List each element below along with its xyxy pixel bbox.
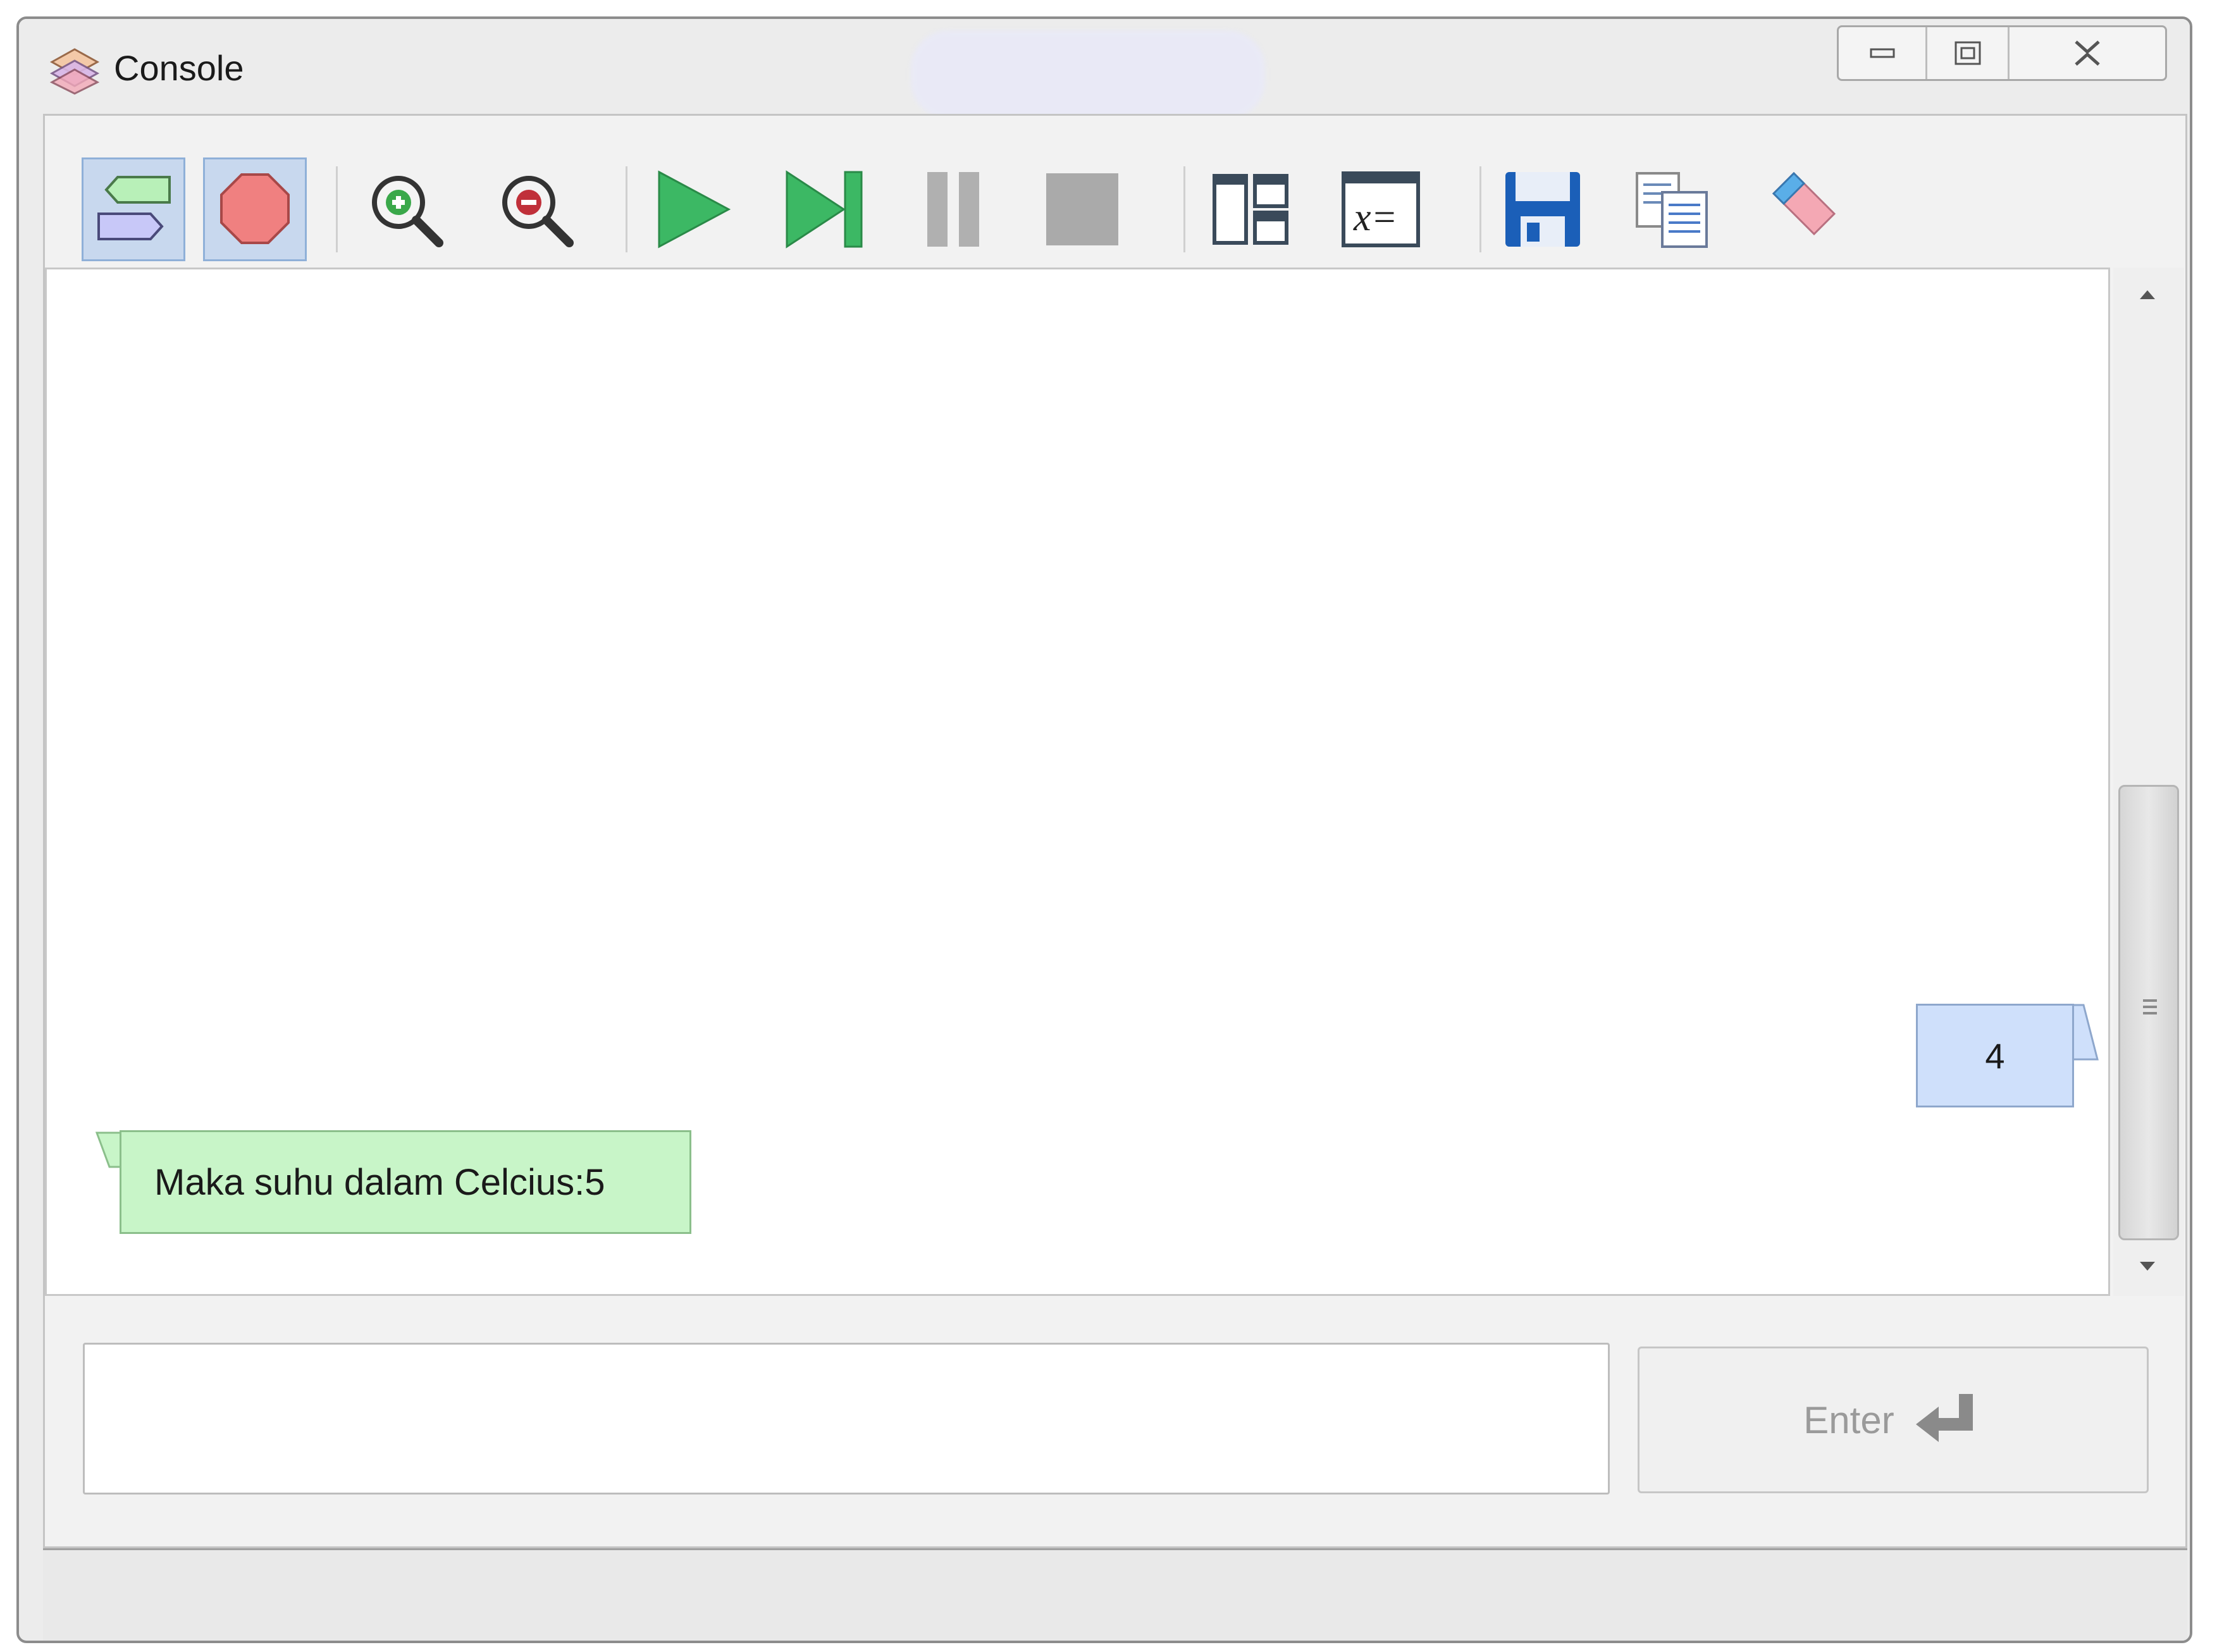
scrollbar-thumb[interactable]	[2118, 785, 2179, 1240]
toggle-messages-button[interactable]	[82, 157, 185, 261]
layout-button[interactable]	[1199, 157, 1302, 261]
background-tab-hint	[911, 30, 1265, 119]
stop-octagon-icon	[220, 173, 290, 244]
maximize-button[interactable]	[1927, 27, 2010, 79]
toolbar-separator	[1183, 166, 1185, 252]
scroll-grip-icon	[2143, 999, 2157, 1018]
pause-icon	[927, 172, 979, 247]
output-message-bubble: Maka suhu dalam Celcius:5	[120, 1130, 691, 1234]
zoom-in-icon	[372, 176, 443, 247]
input-echo-bubble: 4	[1916, 1004, 2074, 1107]
enter-button[interactable]: Enter	[1638, 1347, 2149, 1493]
floppy-disk-icon	[1505, 172, 1580, 247]
toolbar-separator	[626, 166, 627, 252]
layout-panels-icon	[1213, 174, 1288, 245]
input-echo-text: 4	[1985, 1035, 2005, 1076]
toolbar: x=	[45, 116, 2185, 268]
output-bubble-tail	[96, 1131, 122, 1168]
window-controls	[1837, 25, 2167, 81]
message-bubbles-icon	[97, 176, 171, 240]
title-bar[interactable]: Console	[19, 19, 2190, 119]
scroll-up-arrow-icon[interactable]	[2140, 290, 2155, 299]
close-icon	[2075, 40, 2100, 66]
copy-documents-icon	[1636, 172, 1708, 248]
stop-on-breakpoint-button[interactable]	[203, 157, 307, 261]
clear-button[interactable]	[1748, 157, 1851, 261]
maximize-icon	[1955, 41, 1980, 65]
zoom-out-button[interactable]	[484, 157, 588, 261]
run-button[interactable]	[642, 157, 746, 261]
input-bubble-tail	[2072, 1004, 2099, 1061]
window-title: Console	[114, 48, 244, 88]
enter-button-label: Enter	[1803, 1398, 1894, 1441]
toolbar-separator	[1479, 166, 1481, 252]
stop-button[interactable]	[1030, 157, 1134, 261]
console-app-icon	[47, 40, 102, 96]
stop-square-icon	[1046, 173, 1118, 245]
console-input-field[interactable]	[83, 1343, 1610, 1495]
vertical-scrollbar[interactable]	[2113, 268, 2184, 1296]
scroll-down-arrow-icon[interactable]	[2140, 1262, 2155, 1271]
variables-label: x=	[1353, 196, 1397, 239]
status-bar	[43, 1548, 2187, 1641]
close-button[interactable]	[2010, 27, 2165, 79]
step-button[interactable]	[772, 157, 876, 261]
variables-button[interactable]: x=	[1329, 157, 1433, 261]
console-window: Console x= 4 Maka suhu dalam Celcius:5 E…	[16, 16, 2192, 1643]
save-button[interactable]	[1491, 157, 1595, 261]
step-forward-icon	[786, 170, 863, 249]
enter-return-icon	[1915, 1394, 1973, 1442]
minimize-button[interactable]	[1839, 27, 1927, 79]
console-panel: x= 4 Maka suhu dalam Celcius:5 Enter	[43, 114, 2187, 1548]
output-message-text: Maka suhu dalam Celcius:5	[154, 1161, 605, 1203]
variables-window-icon: x=	[1342, 171, 1420, 247]
copy-button[interactable]	[1620, 157, 1724, 261]
zoom-in-button[interactable]	[354, 157, 457, 261]
toolbar-separator	[336, 166, 338, 252]
zoom-out-icon	[502, 176, 574, 247]
eraser-icon	[1772, 171, 1836, 236]
play-icon	[658, 170, 731, 249]
pause-button[interactable]	[901, 157, 1005, 261]
minimize-icon	[1870, 48, 1894, 58]
